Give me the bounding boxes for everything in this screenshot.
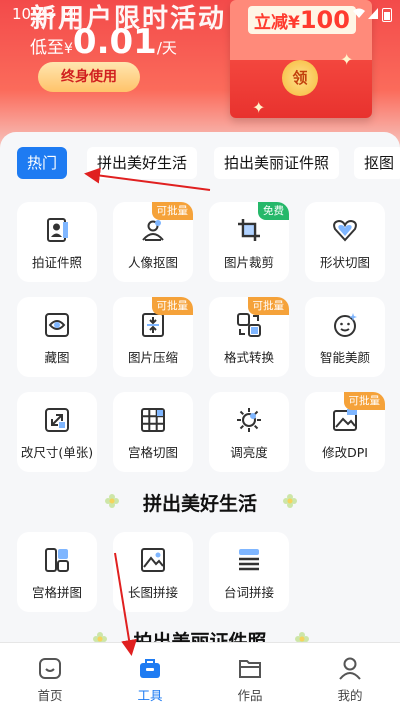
nav-label: 工具 — [137, 688, 163, 703]
battery-icon — [382, 8, 392, 22]
beauty-face-icon — [334, 313, 357, 337]
nav-profile[interactable]: 我的 — [300, 643, 400, 710]
tool-label: 形状切图 — [319, 255, 370, 270]
folder-icon — [239, 660, 261, 678]
tool-compress[interactable]: 图片压缩 可批量 — [113, 297, 193, 377]
signal-icon — [368, 8, 378, 19]
tool-brightness[interactable]: 调亮度 — [209, 392, 289, 472]
tab-life[interactable]: 拼出美好生活 — [87, 147, 198, 179]
batch-badge: 可批量 — [343, 392, 385, 410]
price-value: 0.01 — [72, 22, 157, 62]
section-title-id-photo: 拍出美丽证件照 — [133, 631, 267, 642]
heart-shape-icon — [333, 219, 357, 242]
brightness-icon — [237, 408, 261, 432]
tool-crop[interactable]: 图片裁剪 免费 — [209, 202, 289, 282]
profile-icon — [339, 657, 361, 680]
tool-label: 图片压缩 — [127, 350, 178, 365]
tool-grid-collage[interactable]: 宫格拼图 — [17, 532, 97, 612]
tool-label: 智能美颜 — [319, 350, 370, 365]
tool-label: 图片裁剪 — [223, 255, 274, 270]
tool-label: 拍证件照 — [31, 255, 82, 270]
compress-icon — [142, 313, 164, 337]
long-image-icon — [141, 548, 165, 572]
subtitle-stitch-icon — [239, 549, 259, 571]
tools-card: 热门 拼出美好生活 拍出美丽证件照 抠图 拍证件照 人像抠图 可批量 图片裁剪 … — [0, 132, 400, 642]
tool-hide-image[interactable]: 藏图 — [17, 297, 97, 377]
bottom-nav: 首页 工具 作品 我的 — [0, 642, 400, 710]
status-time: 10:23 — [12, 5, 56, 23]
nav-label: 作品 — [237, 688, 263, 703]
tool-label: 修改DPI — [322, 445, 368, 460]
home-icon — [39, 658, 61, 679]
sparkle-icon: ✦ — [252, 98, 266, 117]
tool-grid-cut[interactable]: 宫格切图 — [113, 392, 193, 472]
flower-icon — [283, 494, 297, 508]
tab-cutout[interactable]: 抠图 — [354, 147, 400, 179]
nav-label: 我的 — [337, 688, 363, 703]
tool-beauty[interactable]: 智能美颜 — [305, 297, 385, 377]
price-currency: ¥ — [64, 41, 73, 57]
tool-label: 台词拼接 — [223, 585, 274, 600]
batch-badge: 可批量 — [247, 297, 289, 315]
batch-badge: 可批量 — [151, 297, 193, 315]
lifetime-button[interactable]: 终身使用 — [38, 62, 140, 92]
notification-icon: A — [64, 8, 75, 19]
tool-id-photo[interactable]: 拍证件照 — [17, 202, 97, 282]
free-badge: 免费 — [258, 202, 289, 220]
grid-collage-icon — [45, 548, 69, 572]
tool-label: 调亮度 — [230, 445, 268, 460]
category-tabs: 热门 拼出美好生活 拍出美丽证件照 抠图 — [17, 147, 400, 181]
tool-portrait-cutout[interactable]: 人像抠图 可批量 — [113, 202, 193, 282]
portrait-cutout-icon — [142, 220, 164, 241]
nav-tools[interactable]: 工具 — [100, 643, 200, 710]
crop-icon — [238, 219, 260, 241]
nav-home[interactable]: 首页 — [0, 643, 100, 710]
hidden-eye-icon — [45, 313, 69, 337]
tool-label: 宫格拼图 — [31, 585, 82, 600]
toolbox-icon — [140, 659, 160, 678]
tool-subtitle-stitch[interactable]: 台词拼接 — [209, 532, 289, 612]
tool-label: 格式转换 — [223, 350, 274, 365]
tool-label: 宫格切图 — [127, 445, 178, 460]
claim-seal[interactable]: 领 — [282, 60, 318, 96]
tool-label: 人像抠图 — [127, 255, 178, 270]
resize-icon — [45, 408, 69, 432]
tool-label: 藏图 — [44, 350, 70, 365]
grid-cut-icon — [141, 408, 165, 432]
tool-long-image[interactable]: 长图拼接 — [113, 532, 193, 612]
dpi-icon — [333, 409, 357, 431]
status-bar: 10:23 A — [0, 0, 400, 28]
format-convert-icon — [237, 313, 261, 337]
wifi-icon — [353, 8, 365, 18]
tool-format-convert[interactable]: 格式转换 可批量 — [209, 297, 289, 377]
tab-hot[interactable]: 热门 — [17, 147, 68, 179]
tool-label: 长图拼接 — [127, 585, 178, 600]
tab-id-photo[interactable]: 拍出美丽证件照 — [214, 147, 340, 179]
batch-badge: 可批量 — [151, 202, 193, 220]
flower-icon — [295, 632, 309, 642]
section-title-life: 拼出美好生活 — [142, 493, 257, 515]
tool-shape-cut[interactable]: 形状切图 — [305, 202, 385, 282]
promo-banner[interactable]: 新用户限时活动 低至¥0.01/天 终身使用 立减¥100 领 ✦ ✦ 10:2… — [0, 0, 400, 150]
tool-label: 改尺寸(单张) — [20, 445, 94, 460]
tool-resize[interactable]: 改尺寸(单张) — [17, 392, 97, 472]
promo-price: 低至¥0.01/天 — [30, 22, 177, 62]
tool-dpi[interactable]: 修改DPI 可批量 — [305, 392, 385, 472]
sparkle-icon: ✦ — [340, 50, 354, 69]
id-photo-icon — [47, 218, 68, 242]
price-prefix: 低至 — [30, 38, 64, 58]
nav-works[interactable]: 作品 — [200, 643, 300, 710]
price-unit: /天 — [156, 39, 177, 57]
nav-label: 首页 — [37, 688, 63, 703]
